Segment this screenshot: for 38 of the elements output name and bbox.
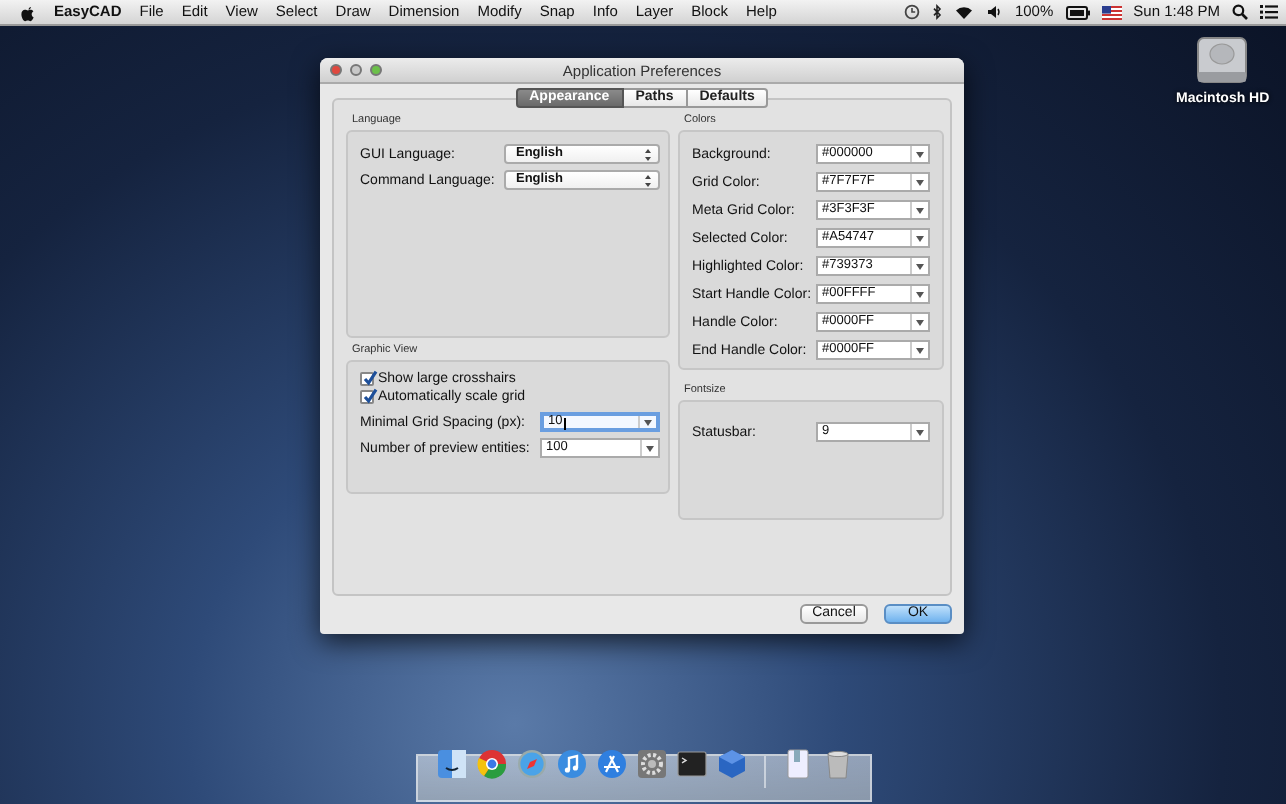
document-icon[interactable] [781, 748, 813, 780]
hard-drive-icon[interactable] [1194, 32, 1251, 88]
flag-icon[interactable] [1101, 5, 1122, 19]
caret-icon [644, 419, 652, 425]
caret-icon [646, 445, 654, 451]
clock-icon[interactable] [904, 4, 921, 20]
wifi-icon[interactable] [954, 4, 975, 20]
terminal-icon[interactable] [675, 748, 707, 780]
stepper-icon [644, 147, 652, 161]
cube-icon[interactable] [715, 748, 747, 780]
caret-icon [916, 179, 924, 185]
search-icon[interactable] [1232, 4, 1248, 20]
caret-icon [916, 207, 924, 213]
apple-icon[interactable] [20, 3, 36, 21]
trash-icon[interactable] [821, 748, 853, 780]
close-button[interactable] [330, 64, 342, 76]
battery-icon[interactable] [1065, 5, 1090, 19]
caret-icon [916, 319, 924, 325]
caret-icon [916, 151, 924, 157]
globe-icon[interactable] [475, 748, 507, 780]
app-store-icon[interactable] [595, 748, 627, 780]
face-icon[interactable] [435, 748, 467, 780]
bluetooth-icon[interactable] [932, 4, 943, 20]
checkbox[interactable] [360, 372, 374, 386]
stepper-icon [644, 173, 652, 187]
gear-icon[interactable] [635, 748, 667, 780]
checkbox[interactable] [360, 390, 374, 404]
minimize-button[interactable] [350, 64, 362, 76]
caret-icon [916, 429, 924, 435]
caret-icon [916, 235, 924, 241]
speaker-icon[interactable] [986, 4, 1003, 20]
compass-icon[interactable] [515, 748, 547, 780]
caret-icon [916, 347, 924, 353]
zoom-button[interactable] [370, 64, 382, 76]
caret-icon [916, 291, 924, 297]
music-note-icon[interactable] [555, 748, 587, 780]
caret-icon [916, 263, 924, 269]
menu-icon[interactable] [1260, 4, 1278, 20]
